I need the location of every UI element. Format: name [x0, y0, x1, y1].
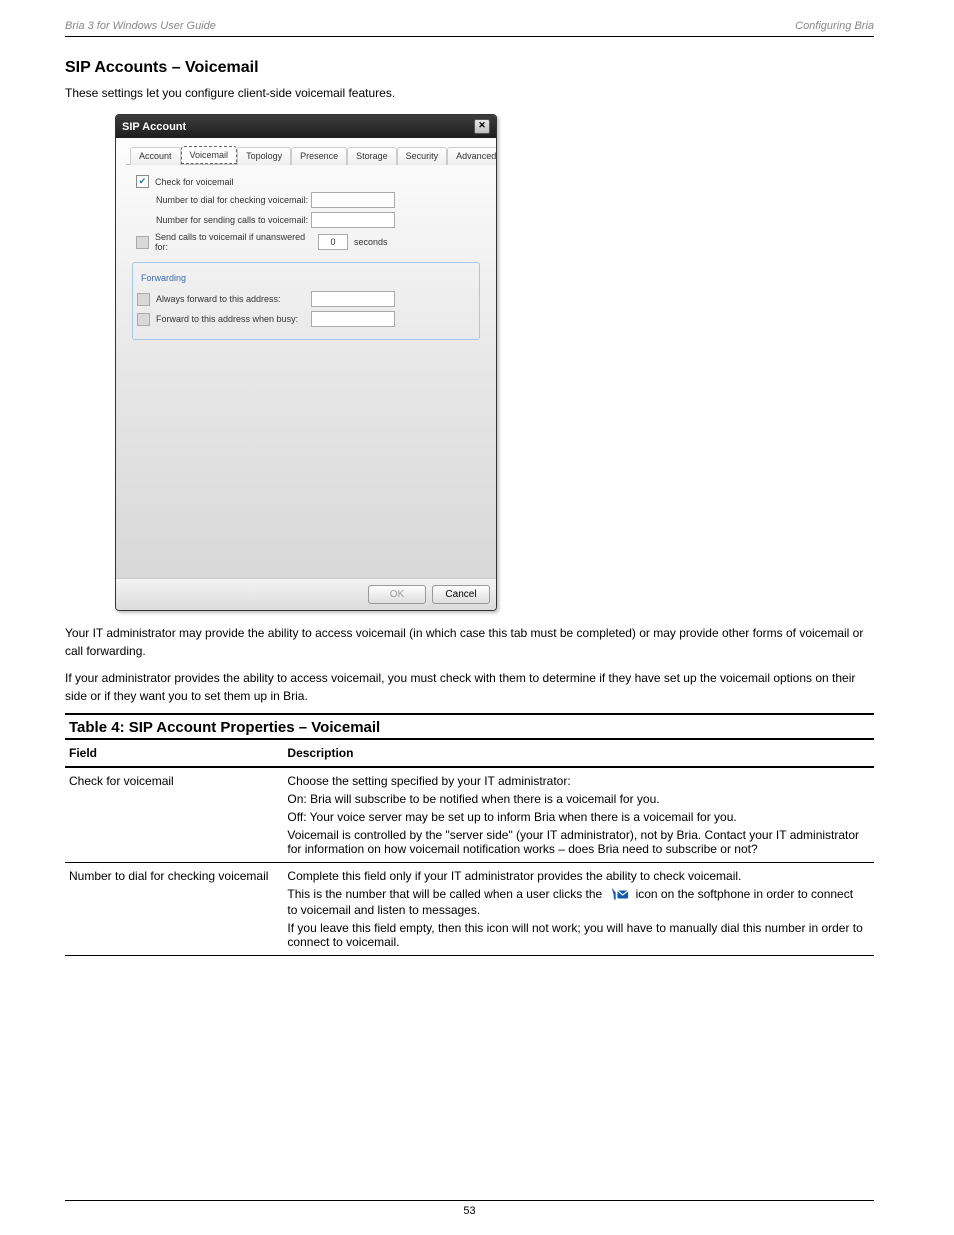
tab-storage[interactable]: Storage: [347, 147, 397, 165]
label-forward-busy: Forward to this address when busy:: [156, 314, 311, 324]
page: Bria 3 for Windows User Guide Configurin…: [0, 0, 954, 1235]
cell-desc: Choose the setting specified by your IT …: [283, 767, 874, 863]
table-row: Check for voicemail Choose the setting s…: [65, 767, 874, 863]
desc-line: Voicemail is controlled by the "server s…: [287, 828, 866, 856]
dialog-title: SIP Account: [122, 121, 186, 133]
cancel-button[interactable]: Cancel: [432, 585, 490, 604]
label-always-forward: Always forward to this address:: [156, 294, 311, 304]
para2: Your IT administrator may provide the ab…: [65, 625, 874, 660]
input-forward-busy[interactable]: [311, 311, 395, 327]
forwarding-legend: Forwarding: [137, 273, 190, 283]
tab-voicemail[interactable]: Voicemail: [181, 146, 238, 164]
col-description: Description: [283, 739, 874, 767]
label-send-unanswered: Send calls to voicemail if unanswered fo…: [155, 232, 318, 252]
sip-account-dialog: SIP Account ✕ Account Voicemail Topology…: [115, 114, 497, 611]
ok-button[interactable]: OK: [368, 585, 426, 604]
dialog-body: Account Voicemail Topology Presence Stor…: [116, 138, 496, 578]
checkbox-check-voicemail[interactable]: [136, 175, 149, 188]
tab-topology[interactable]: Topology: [237, 147, 291, 165]
cell-desc: Complete this field only if your IT admi…: [283, 862, 874, 955]
desc-line: Complete this field only if your IT admi…: [287, 869, 866, 883]
row-send-to: Number for sending calls to voicemail:: [136, 212, 484, 228]
row-forward-busy: Forward to this address when busy:: [137, 311, 475, 327]
tab-bar: Account Voicemail Topology Presence Stor…: [126, 146, 486, 165]
desc-line: Off: Your voice server may be set up to …: [287, 810, 866, 824]
row-send-unanswered: Send calls to voicemail if unanswered fo…: [136, 232, 484, 252]
checkbox-send-unanswered[interactable]: [136, 236, 149, 249]
desc-line: On: Bria will subscribe to be notified w…: [287, 792, 866, 806]
tab-presence[interactable]: Presence: [291, 147, 347, 165]
col-field: Field: [65, 739, 283, 767]
close-icon[interactable]: ✕: [474, 119, 490, 134]
page-number: 53: [463, 1205, 475, 1217]
input-send-to[interactable]: [311, 212, 395, 228]
table-row: Number to dial for checking voicemail Co…: [65, 862, 874, 955]
table-caption: Table 4: SIP Account Properties – Voicem…: [65, 714, 874, 739]
checkbox-forward-busy[interactable]: [137, 313, 150, 326]
para3: If your administrator provides the abili…: [65, 670, 874, 705]
input-unanswered-seconds[interactable]: 0: [318, 234, 348, 250]
voicemail-icon: [610, 887, 632, 903]
desc-line: Choose the setting specified by your IT …: [287, 774, 866, 788]
input-dial-check[interactable]: [311, 192, 395, 208]
row-always-forward: Always forward to this address:: [137, 291, 475, 307]
label-send-to: Number for sending calls to voicemail:: [136, 215, 311, 225]
label-check-voicemail: Check for voicemail: [155, 177, 234, 187]
cell-field: Number to dial for checking voicemail: [65, 862, 283, 955]
header-right: Configuring Bria: [795, 20, 874, 32]
page-header: Bria 3 for Windows User Guide Configurin…: [65, 20, 874, 37]
input-always-forward[interactable]: [311, 291, 395, 307]
label-seconds: seconds: [354, 237, 388, 247]
properties-table: Table 4: SIP Account Properties – Voicem…: [65, 713, 874, 956]
row-dial-check: Number to dial for checking voicemail:: [136, 192, 484, 208]
checkbox-always-forward[interactable]: [137, 293, 150, 306]
row-check-voicemail: Check for voicemail: [136, 175, 484, 188]
tab-security[interactable]: Security: [397, 147, 448, 165]
intro-text: These settings let you configure client-…: [65, 85, 874, 102]
section-title: SIP Accounts – Voicemail: [65, 59, 874, 77]
dialog-footer: OK Cancel: [116, 578, 496, 610]
tab-advanced[interactable]: Advanced: [447, 147, 497, 165]
forwarding-fieldset: Forwarding Always forward to this addres…: [132, 262, 480, 340]
tab-account[interactable]: Account: [130, 147, 181, 165]
dialog-titlebar: SIP Account ✕: [116, 115, 496, 138]
desc-line-text: This is the number that will be called w…: [287, 887, 853, 917]
cell-field: Check for voicemail: [65, 767, 283, 863]
label-dial-check: Number to dial for checking voicemail:: [136, 195, 311, 205]
page-footer: 53: [65, 1200, 874, 1217]
desc-line: If you leave this field empty, then this…: [287, 921, 866, 949]
header-left: Bria 3 for Windows User Guide: [65, 20, 216, 32]
desc-line: This is the number that will be called w…: [287, 887, 866, 917]
